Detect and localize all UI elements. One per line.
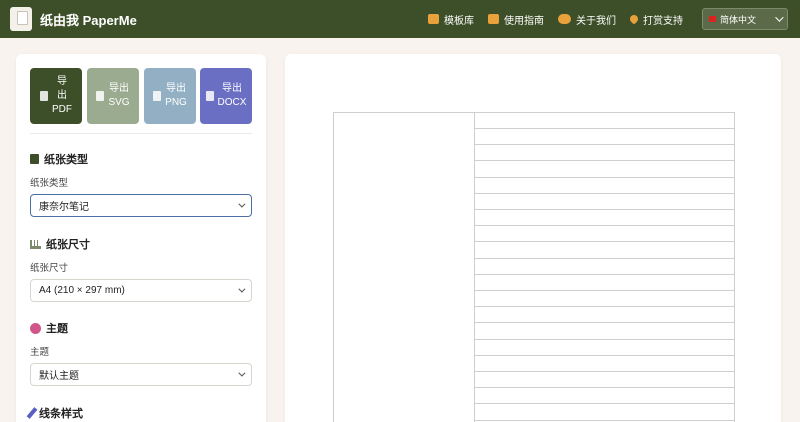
export-svg-button[interactable]: 导出 SVG	[87, 68, 139, 124]
brand[interactable]: 纸由我 PaperMe	[10, 7, 137, 31]
users-icon	[558, 14, 571, 24]
china-flag-icon	[709, 16, 716, 22]
ruled-line	[475, 128, 734, 129]
ruled-line	[475, 403, 734, 405]
pdf-file-icon	[40, 91, 48, 101]
svg-file-icon	[96, 91, 105, 101]
ruled-line	[475, 160, 734, 162]
main-nav: 模板库 使用指南 关于我们 打赏支持	[428, 0, 683, 38]
nav-templates-label: 模板库	[444, 15, 474, 27]
nav-donate-label: 打赏支持	[643, 15, 683, 27]
grid-icon	[428, 14, 439, 24]
language-label: 简体中文	[720, 14, 757, 25]
chevron-down-icon	[238, 369, 246, 377]
ruled-line	[475, 144, 734, 146]
export-docx-button[interactable]: 导出 DOCX	[200, 68, 252, 124]
theme-heading: 主题	[30, 320, 68, 336]
ruled-line	[475, 225, 734, 227]
ruled-line	[475, 371, 734, 372]
paper-type-value: 康奈尔笔记	[39, 202, 89, 213]
file-icon	[30, 154, 39, 164]
ruled-line	[475, 419, 734, 421]
nav-about-label: 关于我们	[576, 15, 616, 27]
palette-icon	[30, 322, 41, 334]
theme-select[interactable]: 默认主题	[30, 363, 252, 386]
paper-type-heading: 纸张类型	[30, 151, 88, 167]
paper-preview-panel	[285, 54, 781, 422]
paper-type-label: 纸张类型	[30, 178, 69, 189]
ruled-line	[475, 387, 734, 389]
pencil-icon	[26, 407, 38, 419]
chevron-down-icon	[238, 200, 246, 208]
ruled-line	[475, 257, 734, 259]
ruled-line	[475, 241, 734, 243]
ruler-icon	[30, 239, 41, 249]
export-pdf-label: 导 出 PDF	[52, 76, 72, 115]
paper-size-select[interactable]: A4 (210 × 297 mm)	[30, 279, 252, 302]
ruled-line	[475, 354, 734, 356]
chevron-down-icon	[775, 13, 784, 22]
ruled-line	[475, 273, 734, 275]
nav-templates[interactable]: 模板库	[428, 12, 474, 27]
export-docx-label: 导出 DOCX	[217, 83, 247, 108]
divider	[30, 133, 252, 134]
theme-value: 默认主题	[39, 371, 79, 382]
paper-type-select[interactable]: 康奈尔笔记	[30, 194, 252, 217]
paper-type-title: 纸张类型	[44, 154, 88, 166]
language-select[interactable]: 简体中文	[702, 8, 788, 30]
cornell-notes-paper	[333, 112, 735, 422]
book-icon	[488, 14, 499, 24]
heart-icon	[628, 13, 640, 25]
ruled-line	[475, 209, 734, 210]
ruled-line	[475, 176, 734, 178]
ruled-line	[475, 322, 734, 324]
ruled-line	[475, 290, 734, 291]
docx-file-icon	[205, 91, 214, 101]
theme-title: 主题	[46, 323, 68, 335]
theme-label: 主题	[30, 347, 50, 358]
paper-size-heading: 纸张尺寸	[30, 236, 90, 252]
nav-guide-label: 使用指南	[504, 15, 544, 27]
nav-about[interactable]: 关于我们	[558, 12, 616, 27]
paper-sheet-icon	[10, 7, 32, 31]
png-file-icon	[153, 91, 162, 101]
paper-size-value: A4 (210 × 297 mm)	[39, 285, 125, 296]
top-navigation-bar: 纸由我 PaperMe 模板库 使用指南 关于我们 打赏支持 简体中文	[0, 0, 800, 38]
paper-size-label: 纸张尺寸	[30, 263, 69, 274]
export-png-label: 导出 PNG	[165, 83, 187, 108]
ruled-line	[475, 338, 734, 340]
line-style-heading: 线条样式	[26, 405, 83, 421]
paper-size-title: 纸张尺寸	[46, 239, 90, 251]
settings-sidebar: 导 出 PDF 导出 SVG 导出 PNG 导出 DOCX 纸张类型 纸张类型 …	[16, 54, 266, 422]
app-title: 纸由我 PaperMe	[40, 12, 137, 28]
ruled-line	[475, 192, 734, 194]
nav-guide[interactable]: 使用指南	[488, 12, 544, 27]
chevron-down-icon	[238, 285, 246, 293]
ruled-line	[475, 306, 734, 308]
export-svg-label: 导出 SVG	[108, 83, 130, 108]
export-pdf-button[interactable]: 导 出 PDF	[30, 68, 82, 124]
cue-column-divider	[474, 113, 475, 422]
nav-donate[interactable]: 打赏支持	[628, 12, 683, 27]
line-style-title: 线条样式	[39, 408, 83, 420]
export-png-button[interactable]: 导出 PNG	[144, 68, 196, 124]
